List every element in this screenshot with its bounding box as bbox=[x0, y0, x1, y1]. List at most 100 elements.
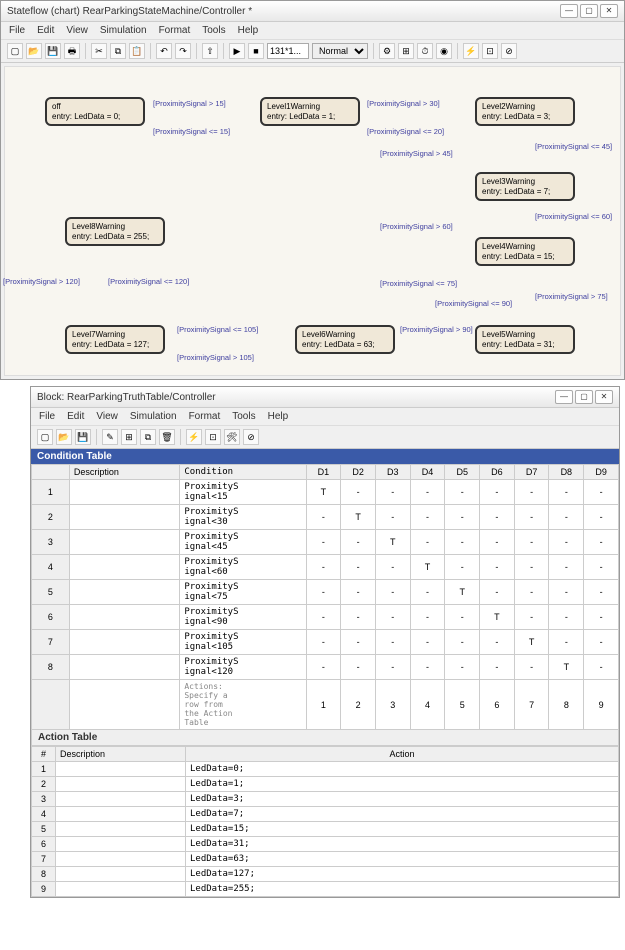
cell-description[interactable] bbox=[69, 505, 179, 530]
close-button[interactable]: ✕ bbox=[600, 4, 618, 18]
stop-icon[interactable]: ■ bbox=[248, 43, 264, 59]
cell-d[interactable]: T bbox=[480, 605, 515, 630]
table-icon[interactable]: ⊞ bbox=[121, 429, 137, 445]
tool-icon-2[interactable]: ⊞ bbox=[398, 43, 414, 59]
action-num-cell[interactable]: 7 bbox=[514, 680, 549, 730]
view-icon[interactable]: ⊡ bbox=[205, 429, 221, 445]
cell-description[interactable] bbox=[69, 530, 179, 555]
cell-d[interactable]: - bbox=[549, 630, 584, 655]
action-row[interactable]: 6LedData=31; bbox=[32, 837, 619, 852]
cond-row[interactable]: 1ProximityS ignal<15T-------- bbox=[32, 480, 619, 505]
action-row[interactable]: 9LedData=255; bbox=[32, 882, 619, 897]
new-icon[interactable]: ▢ bbox=[7, 43, 23, 59]
cond-row[interactable]: 2ProximityS ignal<30-T------- bbox=[32, 505, 619, 530]
cell-description[interactable] bbox=[69, 555, 179, 580]
cell-description[interactable] bbox=[56, 852, 186, 867]
cell-d[interactable]: - bbox=[375, 655, 410, 680]
cell-d[interactable]: - bbox=[480, 580, 515, 605]
menu-view[interactable]: View bbox=[96, 411, 118, 422]
cell-d[interactable]: - bbox=[514, 530, 549, 555]
tool-icon-5[interactable]: ⚡ bbox=[463, 43, 479, 59]
state-level7[interactable]: Level7Warning entry: LedData = 127; bbox=[65, 325, 165, 354]
build-icon[interactable]: ⚡ bbox=[186, 429, 202, 445]
delete-icon[interactable]: 🗑 bbox=[159, 429, 175, 445]
cell-description[interactable] bbox=[56, 807, 186, 822]
cell-d[interactable]: T bbox=[306, 480, 341, 505]
cond-row[interactable]: 3ProximityS ignal<45--T------ bbox=[32, 530, 619, 555]
cell-d[interactable]: T bbox=[514, 630, 549, 655]
edit-icon[interactable]: ✎ bbox=[102, 429, 118, 445]
cell-d[interactable]: - bbox=[584, 530, 619, 555]
copy-icon[interactable]: ⧉ bbox=[110, 43, 126, 59]
redo-icon[interactable]: ↷ bbox=[175, 43, 191, 59]
new-icon[interactable]: ▢ bbox=[37, 429, 53, 445]
cell-d[interactable]: - bbox=[306, 655, 341, 680]
cell-d[interactable]: - bbox=[375, 555, 410, 580]
cell-d[interactable]: - bbox=[306, 555, 341, 580]
cell-d[interactable]: - bbox=[445, 630, 480, 655]
action-row[interactable]: 3LedData=3; bbox=[32, 792, 619, 807]
cell-description[interactable] bbox=[56, 882, 186, 897]
cell-d[interactable]: - bbox=[375, 480, 410, 505]
menu-edit[interactable]: Edit bbox=[37, 25, 54, 36]
cell-d[interactable]: - bbox=[341, 480, 376, 505]
mode-select[interactable]: Normal bbox=[312, 43, 368, 59]
cell-d[interactable]: - bbox=[341, 605, 376, 630]
cell-d[interactable]: - bbox=[549, 605, 584, 630]
menu-simulation[interactable]: Simulation bbox=[100, 25, 147, 36]
stop-icon[interactable]: ⊘ bbox=[243, 429, 259, 445]
cell-d[interactable]: T bbox=[341, 505, 376, 530]
cell-d[interactable]: - bbox=[480, 480, 515, 505]
cell-action[interactable]: LedData=63; bbox=[186, 852, 619, 867]
state-level8[interactable]: Level8Warning entry: LedData = 255; bbox=[65, 217, 165, 246]
menu-simulation[interactable]: Simulation bbox=[130, 411, 177, 422]
cell-action[interactable]: LedData=7; bbox=[186, 807, 619, 822]
save-icon[interactable]: 💾 bbox=[45, 43, 61, 59]
titlebar-2[interactable]: Block: RearParkingTruthTable/Controller … bbox=[31, 387, 619, 408]
cell-d[interactable]: - bbox=[410, 630, 445, 655]
cell-d[interactable]: - bbox=[584, 580, 619, 605]
cell-d[interactable]: - bbox=[306, 580, 341, 605]
cell-description[interactable] bbox=[69, 655, 179, 680]
cell-d[interactable]: - bbox=[514, 480, 549, 505]
save-icon[interactable]: 💾 bbox=[75, 429, 91, 445]
action-row[interactable]: 8LedData=127; bbox=[32, 867, 619, 882]
menu-file[interactable]: File bbox=[9, 25, 25, 36]
menu-edit[interactable]: Edit bbox=[67, 411, 84, 422]
cell-d[interactable]: - bbox=[410, 505, 445, 530]
check-icon[interactable]: 🛠 bbox=[224, 429, 240, 445]
cell-action[interactable]: LedData=15; bbox=[186, 822, 619, 837]
cell-d[interactable]: - bbox=[514, 605, 549, 630]
tool-icon-6[interactable]: ⊡ bbox=[482, 43, 498, 59]
undo-icon[interactable]: ↶ bbox=[156, 43, 172, 59]
menu-format[interactable]: Format bbox=[189, 411, 221, 422]
cell-d[interactable]: - bbox=[375, 605, 410, 630]
action-num-cell[interactable]: 9 bbox=[584, 680, 619, 730]
action-num-cell[interactable]: 6 bbox=[480, 680, 515, 730]
cond-row[interactable]: 6ProximityS ignal<90-----T--- bbox=[32, 605, 619, 630]
cell-d[interactable]: - bbox=[584, 480, 619, 505]
action-num-cell[interactable]: 5 bbox=[445, 680, 480, 730]
cell-d[interactable]: - bbox=[375, 505, 410, 530]
cell-condition[interactable]: ProximityS ignal<120 bbox=[180, 655, 306, 680]
cell-d[interactable]: - bbox=[306, 505, 341, 530]
state-off[interactable]: off entry: LedData = 0; bbox=[45, 97, 145, 126]
cell-d[interactable]: - bbox=[549, 580, 584, 605]
state-level4[interactable]: Level4Warning entry: LedData = 15; bbox=[475, 237, 575, 266]
cell-d[interactable]: - bbox=[306, 530, 341, 555]
cond-row[interactable]: 8ProximityS ignal<120-------T- bbox=[32, 655, 619, 680]
tool-icon-1[interactable]: ⚙ bbox=[379, 43, 395, 59]
cell-description[interactable] bbox=[56, 777, 186, 792]
cell-d[interactable]: - bbox=[584, 555, 619, 580]
titlebar[interactable]: Stateflow (chart) RearParkingStateMachin… bbox=[1, 1, 624, 22]
menu-help[interactable]: Help bbox=[238, 25, 259, 36]
cell-d[interactable]: - bbox=[410, 580, 445, 605]
cell-d[interactable]: - bbox=[341, 580, 376, 605]
tool-icon-3[interactable]: ⏱ bbox=[417, 43, 433, 59]
menu-tools[interactable]: Tools bbox=[202, 25, 225, 36]
close-button[interactable]: ✕ bbox=[595, 390, 613, 404]
menu-help[interactable]: Help bbox=[268, 411, 289, 422]
cell-d[interactable]: - bbox=[341, 630, 376, 655]
action-row[interactable]: 7LedData=63; bbox=[32, 852, 619, 867]
time-input[interactable] bbox=[267, 43, 309, 59]
